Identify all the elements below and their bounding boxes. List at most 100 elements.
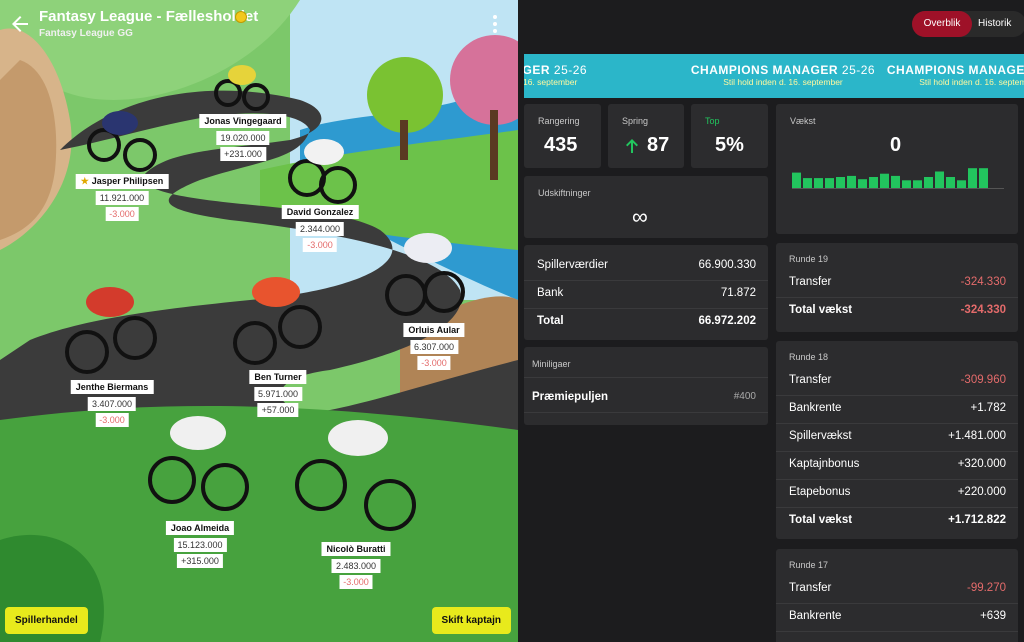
view-segmented-control: Overblik Historik <box>912 11 1024 37</box>
back-arrow-icon[interactable] <box>8 12 32 36</box>
rider-card[interactable]: David Gonzalez 2.344.000 -3.000 <box>281 202 359 252</box>
row-label: Transfer <box>789 276 832 288</box>
row-value: +639 <box>980 610 1006 622</box>
banner-title: CHAMPIONS MANAGER <box>690 63 839 77</box>
rider-delta: +315.000 <box>177 554 223 568</box>
rider-value: 2.483.000 <box>331 559 381 573</box>
rider-card[interactable]: Nicolò Buratti 2.483.000 -3.000 <box>321 539 391 589</box>
round-title: Runde 18 <box>789 352 829 362</box>
rider-name: David Gonzalez <box>281 205 359 219</box>
value-row-total: Total 66.972.202 <box>524 308 768 336</box>
growth-bar <box>836 177 845 188</box>
row-value: -324.330 <box>960 276 1006 288</box>
round-17-card: Runde 17 Transfer -99.270 Bankrente +639 <box>776 549 1018 642</box>
round-title: Runde 19 <box>789 254 829 264</box>
rank-label: Rangering <box>538 116 580 126</box>
rider-delta: -3.000 <box>339 575 373 589</box>
round-19-card: Runde 19 Transfer -324.330 Total vækst -32… <box>776 243 1018 332</box>
rider-delta: -3.000 <box>303 238 337 252</box>
tab-history[interactable]: Historik <box>978 11 1011 37</box>
page-subtitle: Fantasy League GG <box>39 28 133 39</box>
growth-card: Vækst 0 <box>776 104 1018 234</box>
rider-value: 3.407.000 <box>87 397 137 411</box>
growth-bar <box>891 175 900 188</box>
banner-item: CHAMPIONS MANAGER 25-26 Stil hold inden … <box>869 63 1024 87</box>
row-label: Total vækst <box>789 514 853 526</box>
team-field-panel: Fantasy League - Fællesholdet Fantasy Le… <box>0 0 518 642</box>
rider-card[interactable]: Joao Almeida 15.123.000 +315.000 <box>165 518 235 568</box>
row-label: Total <box>537 315 564 327</box>
rider-card[interactable]: Jenthe Biermans 3.407.000 -3.000 <box>70 377 154 427</box>
banner-item: CHAMPIONS MANAGER 25-26 Stil hold inden … <box>673 63 893 87</box>
row-label: Bankrente <box>789 402 842 414</box>
row-label: Bank <box>537 287 564 299</box>
banner-subtitle: Stil hold inden d. 16. september <box>723 77 843 87</box>
rider-value: 15.123.000 <box>173 538 227 552</box>
growth-bar <box>792 172 801 188</box>
rider-name: Ben Turner <box>249 370 307 384</box>
round-row: Transfer -99.270 <box>776 575 1018 604</box>
banner-title: CHAMPIONS MANAGER <box>886 63 1024 77</box>
banner-subtitle: Stil hold inden d. 16. september <box>919 77 1024 87</box>
champions-manager-banner[interactable]: PIONS MANAGER 25-26 Stil hold inden den … <box>524 54 1024 98</box>
growth-bar <box>968 168 977 188</box>
value-row: Bank 71.872 <box>524 280 768 309</box>
growth-bar-chart <box>792 168 1004 189</box>
growth-bar <box>902 180 911 188</box>
rider-delta: -3.000 <box>105 207 139 221</box>
row-value: 66.972.202 <box>698 315 756 327</box>
tab-overview[interactable]: Overblik <box>912 11 972 37</box>
rank-card: Rangering 435 <box>524 104 601 168</box>
substitutions-card: Udskiftninger ∞ <box>524 176 768 238</box>
top-bar: Fantasy League - Fællesholdet Fantasy Le… <box>0 0 518 48</box>
league-rank: #400 <box>733 391 756 402</box>
top-value: 5% <box>715 134 744 156</box>
round-row-total: Total vækst +1.712.822 <box>776 507 1018 535</box>
rider-value: 19.020.000 <box>216 131 270 145</box>
rider-card[interactable]: ★ Jasper Philipsen 11.921.000 -3.000 <box>75 171 169 221</box>
round-row: Etapebonus +220.000 <box>776 479 1018 508</box>
player-trade-button[interactable]: Spillerhandel <box>5 607 88 634</box>
growth-bar <box>957 180 966 188</box>
coin-icon <box>235 11 247 23</box>
banner-subtitle: Stil hold inden den 16. september <box>524 77 578 87</box>
rider-card[interactable]: Jonas Vingegaard 19.020.000 +231.000 <box>199 111 287 161</box>
rider-name: Joao Almeida <box>165 521 235 535</box>
row-value: +1.712.822 <box>948 514 1006 526</box>
jump-value: 87 <box>647 134 670 156</box>
growth-bar <box>847 175 856 188</box>
round-title: Runde 17 <box>789 560 829 570</box>
round-row: Transfer -309.960 <box>776 367 1018 396</box>
round-row: Kaptajnbonus +320.000 <box>776 451 1018 480</box>
growth-bar <box>869 177 878 188</box>
rider-value: 5.971.000 <box>253 387 303 401</box>
round-row: Transfer -324.330 <box>776 269 1018 298</box>
growth-bar <box>979 168 988 188</box>
banner-season: 25-26 <box>553 63 588 77</box>
row-label: Etapebonus <box>789 486 851 498</box>
row-label: Kaptajnbonus <box>789 458 860 470</box>
rider-delta: -3.000 <box>95 413 129 427</box>
banner-title: PIONS MANAGER <box>524 63 551 77</box>
rider-card[interactable]: Orluis Aular 6.307.000 -3.000 <box>403 320 465 370</box>
row-label: Bankrente <box>789 610 842 622</box>
round-18-card: Runde 18 Transfer -309.960 Bankrente +1.78… <box>776 341 1018 539</box>
mini-leagues-card: Miniligaer Præmiepuljen #400 <box>524 347 768 425</box>
substitutions-value: ∞ <box>632 204 648 229</box>
row-value: +220.000 <box>957 486 1006 498</box>
mini-league-item[interactable]: Præmiepuljen #400 <box>524 384 768 413</box>
row-value: +1.481.000 <box>948 430 1006 442</box>
substitutions-label: Udskiftninger <box>538 188 591 198</box>
change-captain-button[interactable]: Skift kaptajn <box>431 607 511 634</box>
rider-card[interactable]: Ben Turner 5.971.000 +57.000 <box>249 367 307 417</box>
row-label: Total vækst <box>789 304 853 316</box>
captain-star-icon: ★ <box>80 176 89 186</box>
league-name: Præmiepuljen <box>532 391 609 403</box>
row-value: -99.270 <box>966 582 1006 594</box>
row-label: Transfer <box>789 582 832 594</box>
rank-value: 435 <box>544 134 578 156</box>
more-options-icon[interactable] <box>488 12 502 36</box>
mini-leagues-label: Miniligaer <box>532 359 571 369</box>
rider-name: Orluis Aular <box>403 323 465 337</box>
row-value: +320.000 <box>957 458 1006 470</box>
